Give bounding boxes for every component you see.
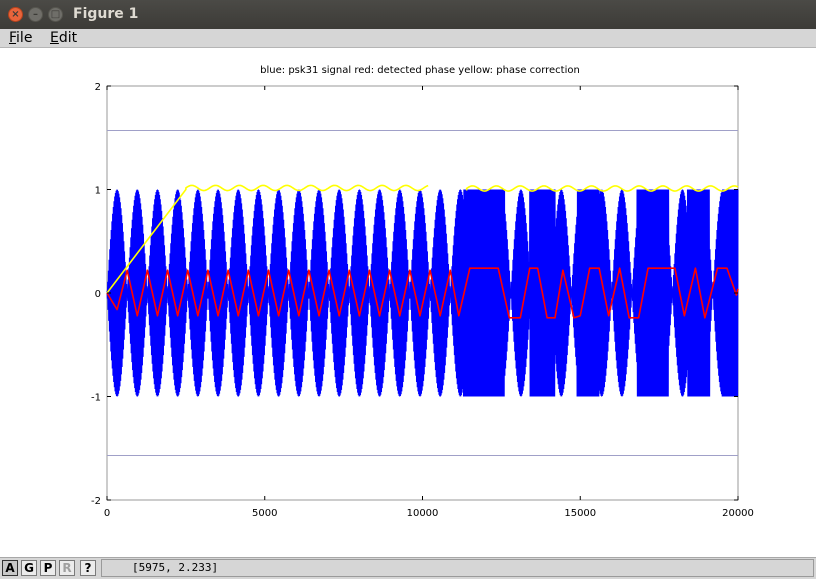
menu-file[interactable]: File [9,29,32,47]
x-tick-label: 0 [104,508,110,519]
close-window-button[interactable]: × [8,7,23,22]
x-tick-label: 10000 [407,508,439,519]
pan-button[interactable]: P [40,560,56,576]
title-bar: × – □ Figure 1 [0,0,816,29]
chart-title: blue: psk31 signal red: detected phase y… [260,65,580,76]
grid-toggle-button[interactable]: G [21,560,37,576]
rotate-button: R [59,560,75,576]
coordinate-readout: [5975, 2.233] [132,561,219,574]
maximize-window-button[interactable]: □ [48,7,63,22]
menu-edit-label: dit [58,30,78,46]
menu-bar: File Edit [0,29,816,48]
status-bar: A G P R ? [5975, 2.233] [0,557,816,579]
y-tick-label: 1 [95,186,101,197]
minimize-window-button[interactable]: – [28,7,43,22]
x-tick-label: 20000 [722,508,754,519]
y-tick-label: -2 [91,496,101,507]
chart-svg[interactable]: 0 5000 10000 15000 20000 2 1 0 -1 -2 blue: psk31 … [0,48,816,556]
window-title: Figure 1 [73,6,139,22]
menu-file-label: ile [16,30,33,46]
y-tick-label: -1 [91,393,101,404]
plot-canvas[interactable]: 0 5000 10000 15000 20000 2 1 0 -1 -2 blue: psk31 … [0,48,816,556]
help-button[interactable]: ? [80,560,96,576]
menu-edit[interactable]: Edit [50,29,77,47]
x-tick-label: 15000 [564,508,596,519]
menu-file-mnemonic: F [9,30,17,46]
x-tick-label: 5000 [252,508,277,519]
y-tick-label: 0 [95,289,101,300]
autoscale-button[interactable]: A [2,560,18,576]
menu-edit-mnemonic: E [50,30,59,46]
y-tick-label: 2 [95,82,101,93]
coordinate-display: [5975, 2.233] [101,559,814,577]
